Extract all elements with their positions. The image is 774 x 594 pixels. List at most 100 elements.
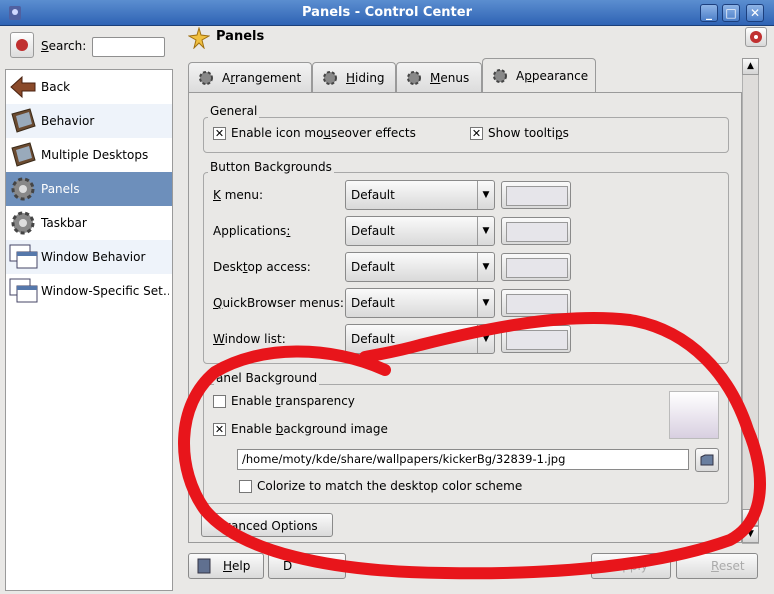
applications-background-select[interactable]: Default ▼ — [345, 216, 495, 246]
kde-monitor-icon — [8, 140, 38, 170]
window-list-color-button[interactable] — [501, 325, 571, 353]
sidebar-item-multiple-desktops[interactable]: Multiple Desktops — [6, 138, 172, 172]
advanced-options-button[interactable]: dvanced Options — [201, 513, 333, 537]
tab-appearance[interactable]: Appearance — [482, 58, 596, 93]
window-icon — [8, 242, 38, 272]
gear-icon — [491, 67, 509, 85]
gear-icon — [8, 208, 38, 238]
clear-search-button[interactable] — [10, 32, 34, 58]
minimize-icon: _ — [706, 6, 712, 20]
checkmark-icon: ✕ — [214, 423, 225, 436]
dropdown-arrow-icon: ▼ — [477, 253, 494, 281]
desktop-access-background-select[interactable]: Default ▼ — [345, 252, 495, 282]
apply-button[interactable]: Apply — [591, 553, 671, 579]
tooltips-checkbox[interactable]: ✕ — [470, 127, 483, 140]
back-arrow-icon — [8, 72, 38, 102]
transparency-label: Enable transparency — [231, 394, 355, 408]
desktop-access-label: Desktop access: — [213, 260, 311, 274]
tab-hiding[interactable]: Hiding — [312, 62, 396, 92]
search-input[interactable] — [92, 37, 165, 57]
clear-icon — [16, 39, 28, 51]
dropdown-arrow-icon: ▼ — [477, 325, 494, 353]
color-swatch — [506, 330, 568, 350]
maximize-button[interactable]: □ — [722, 4, 740, 22]
checkmark-icon: ✕ — [214, 127, 225, 140]
color-swatch — [506, 186, 568, 206]
mouseover-checkbox[interactable]: ✕ — [213, 127, 226, 140]
sidebar-item-window-behavior[interactable]: Window Behavior — [6, 240, 172, 274]
tab-label: Hiding — [346, 71, 385, 85]
browse-button[interactable] — [695, 448, 719, 472]
page-title: Panels — [216, 29, 265, 44]
minimize-button[interactable]: _ — [700, 4, 718, 22]
reset-button[interactable]: Reset — [676, 553, 758, 579]
transparency-checkbox[interactable] — [213, 395, 226, 408]
window-icon — [8, 276, 38, 306]
scroll-up-button-bottom[interactable]: ▲ — [742, 509, 759, 526]
default-button[interactable]: D — [268, 553, 346, 579]
window-list-background-select[interactable]: Default ▼ — [345, 324, 495, 354]
desktop-access-color-button[interactable] — [501, 253, 571, 281]
sidebar-item-behavior[interactable]: Behavior — [6, 104, 172, 138]
scroll-down-button[interactable]: ▼ — [742, 526, 759, 543]
search-label: Search: — [41, 39, 87, 53]
arrow-up-icon: ▲ — [747, 512, 754, 522]
folder-icon — [700, 454, 714, 466]
close-button[interactable]: ✕ — [746, 4, 764, 22]
dropdown-arrow-icon: ▼ — [477, 289, 494, 317]
background-preview-image — [669, 391, 719, 439]
color-swatch — [506, 258, 568, 278]
sidebar-item-panels[interactable]: Panels — [6, 172, 172, 206]
tooltips-label: Show tooltips — [488, 126, 569, 140]
arrow-down-icon: ▼ — [747, 529, 754, 539]
background-image-checkbox[interactable]: ✕ — [213, 423, 226, 436]
sidebar-item-taskbar[interactable]: Taskbar — [6, 206, 172, 240]
scrollbar[interactable] — [742, 58, 759, 544]
quickbrowser-color-button[interactable] — [501, 289, 571, 317]
mouseover-label: Enable icon mouseover effects — [231, 126, 416, 140]
applications-color-button[interactable] — [501, 217, 571, 245]
module-list: Back Behavior Multiple Desktops Panels T… — [5, 69, 173, 591]
quickbrowser-background-select[interactable]: Default ▼ — [345, 288, 495, 318]
kde-monitor-icon — [8, 106, 38, 136]
background-image-label: Enable background image — [231, 422, 388, 436]
help-icon — [750, 31, 762, 43]
general-group-title: General — [208, 104, 260, 118]
window-title: Panels - Control Center — [302, 5, 472, 20]
gear-icon — [197, 69, 215, 87]
help-button[interactable]: Help — [188, 553, 264, 579]
kmenu-label: K menu: — [213, 188, 264, 202]
help-book-icon — [197, 558, 211, 574]
background-path-input[interactable]: /home/moty/kde/share/wallpapers/kickerBg… — [237, 449, 689, 470]
kmenu-color-button[interactable] — [501, 181, 571, 209]
color-swatch — [506, 222, 568, 242]
kmenu-background-select[interactable]: Default ▼ — [345, 180, 495, 210]
gear-icon — [321, 69, 339, 87]
gear-icon — [8, 174, 38, 204]
panel-background-title: anel Background — [214, 371, 320, 385]
title-bar[interactable]: Panels - Control Center _ □ ✕ — [0, 0, 774, 26]
dropdown-arrow-icon: ▼ — [477, 217, 494, 245]
close-icon: ✕ — [749, 6, 761, 20]
tab-label: Arrangement — [222, 71, 302, 85]
arrow-up-icon: ▲ — [747, 61, 754, 71]
panels-icon — [187, 26, 211, 50]
button-backgrounds-title: Button Backgrounds — [208, 160, 334, 174]
tab-arrangement[interactable]: Arrangement — [188, 62, 312, 92]
gear-icon — [405, 69, 423, 87]
dropdown-arrow-icon: ▼ — [477, 181, 494, 209]
checkmark-icon: ✕ — [471, 127, 482, 140]
tab-label: Appearance — [516, 69, 589, 83]
maximize-icon: □ — [725, 6, 737, 20]
sidebar-item-back[interactable]: Back — [6, 70, 172, 104]
window-list-label: Window list: — [213, 332, 286, 346]
quickbrowser-label: QuickBrowser menus: — [213, 296, 344, 310]
color-swatch — [506, 294, 568, 314]
colorize-checkbox[interactable] — [239, 480, 252, 493]
applications-label: Applications: — [213, 224, 291, 238]
scroll-up-button[interactable]: ▲ — [742, 58, 759, 75]
tab-menus[interactable]: Menus — [396, 62, 482, 92]
sidebar-item-window-specific-settings[interactable]: Window-Specific Set… — [6, 274, 172, 308]
whats-this-button[interactable] — [745, 27, 767, 47]
colorize-label: Colorize to match the desktop color sche… — [257, 479, 523, 493]
